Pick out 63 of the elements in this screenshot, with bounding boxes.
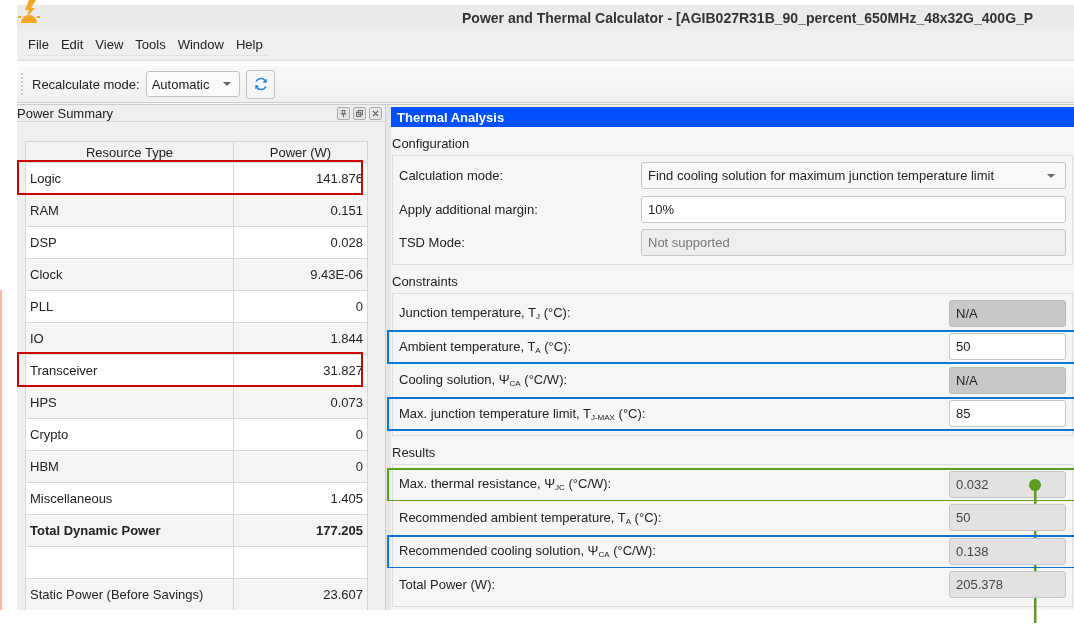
field-label: Total Power (W): — [399, 577, 497, 593]
table-cell: HBM — [25, 450, 234, 483]
caret-icon — [223, 82, 232, 86]
readonly-field[interactable]: 0.032 — [949, 470, 1066, 498]
menu-item[interactable]: Edit — [55, 34, 89, 56]
refresh-button[interactable] — [246, 69, 276, 99]
app-logo-icon — [18, 0, 40, 25]
close-icon[interactable] — [369, 107, 382, 120]
float-icon[interactable] — [353, 107, 366, 120]
readonly-field[interactable]: 50 — [949, 504, 1066, 532]
menu-item[interactable]: Window — [172, 34, 229, 56]
field-label: Apply additional margin: — [399, 201, 539, 217]
section-title: Results — [392, 443, 437, 462]
table-cell: 23.607 — [233, 578, 368, 610]
table-cell: 0.028 — [233, 226, 368, 259]
table-cell: 9.43E-06 — [233, 258, 368, 291]
menu-item[interactable]: File — [23, 34, 54, 56]
menu-item[interactable]: Help — [230, 34, 268, 56]
table-cell: 0 — [233, 418, 368, 451]
panel-title: Thermal Analysis — [391, 107, 1074, 127]
menu-item[interactable]: Tools — [130, 34, 171, 56]
field-label: Ambient temperature, T$_{A}$ (°C): — [399, 338, 573, 355]
toolbar-label: Recalculate mode: — [32, 76, 140, 92]
readonly-field[interactable]: Not supported — [641, 229, 1066, 257]
readonly-field[interactable]: 0.138 — [949, 537, 1066, 565]
table-cell: 177.205 — [233, 514, 368, 547]
table-cell: HPS — [25, 386, 234, 419]
caret-icon — [1047, 173, 1055, 178]
table-cell: 0.073 — [233, 386, 368, 419]
section-title: Configuration — [392, 135, 471, 153]
table-cell: DSP — [25, 226, 234, 259]
calculation-mode-dropdown[interactable]: Find cooling solution for maximum junction temperature limit — [641, 162, 1066, 190]
table-cell: PLL — [25, 290, 234, 323]
table-cell: RAM — [25, 194, 234, 227]
recalculate-mode-dropdown[interactable]: Automatic — [145, 71, 241, 97]
input-field[interactable]: 10% — [641, 195, 1066, 223]
window-title: Power and Thermal Calculator - [AGIB027R31B_90_percent_650MHz_48x32G_400G_P — [462, 9, 1034, 26]
table-cell: 0 — [233, 290, 368, 323]
table-cell: Total Dynamic Power — [25, 514, 234, 547]
pin-icon[interactable] — [337, 107, 350, 120]
section-title: Constraints — [392, 272, 459, 291]
field-label: Cooling solution, Ψ$_{CA}$ (°C/W): — [399, 372, 569, 389]
table-cell: 0 — [233, 450, 368, 483]
table-cell: 0.151 — [233, 194, 368, 227]
table-cell: 1.405 — [233, 482, 368, 515]
field-label: Junction temperature, T$_{J}$ (°C): — [399, 305, 572, 322]
field-label: Recommended ambient temperature, T$_{A}$ (°C): — [399, 509, 663, 526]
field-label: Calculation mode: — [399, 168, 505, 184]
table-cell: Clock — [25, 258, 234, 291]
field-label: Max. thermal resistance, Ψ$_{JC}$ (°C/W): — [399, 476, 613, 493]
panel-title: Power Summary — [17, 106, 115, 121]
readonly-field[interactable]: 205.378 — [949, 571, 1066, 599]
column-header[interactable]: Resource Type — [25, 141, 234, 163]
input-field[interactable]: 50 — [949, 333, 1066, 361]
input-field[interactable]: 85 — [949, 400, 1066, 428]
field-label: Max. junction temperature limit, T$_{J-MAX}$ (°C): — [399, 405, 647, 422]
field-label: TSD Mode: — [399, 235, 466, 251]
table-cell: Crypto — [25, 418, 234, 451]
table-cell: Miscellaneous — [25, 482, 234, 515]
refresh-icon — [253, 76, 269, 92]
field-label: Recommended cooling solution, Ψ$_{CA}$ (°C/W): — [399, 543, 657, 560]
menu-item[interactable]: View — [90, 34, 129, 56]
table-cell: Static Power (Before Savings) — [25, 578, 234, 610]
